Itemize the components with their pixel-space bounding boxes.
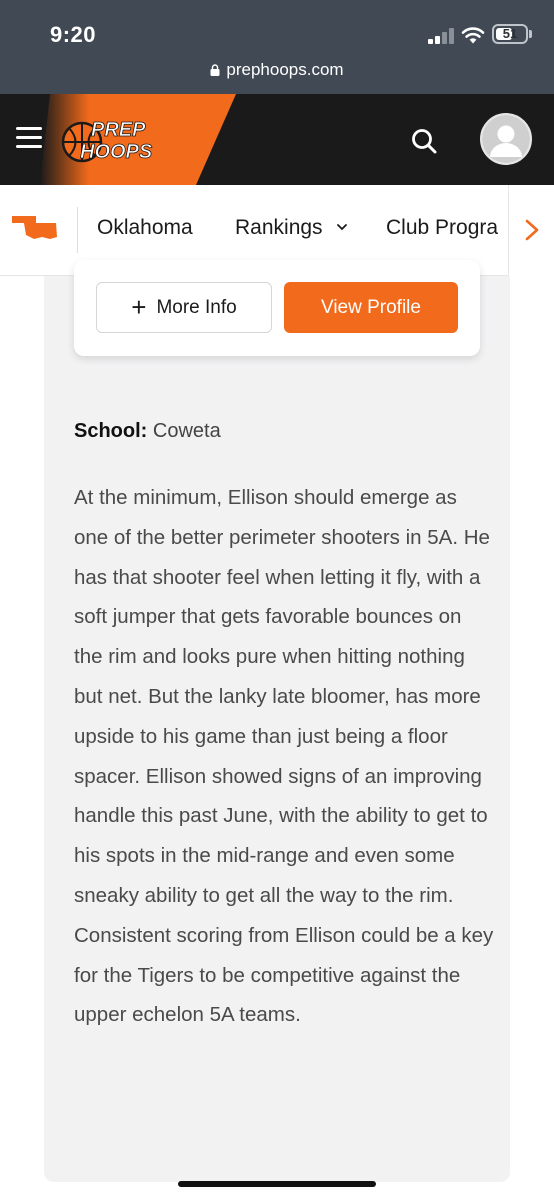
view-profile-button[interactable]: View Profile [284,282,458,333]
status-time: 9:20 [50,22,97,47]
school-line: School: Coweta [74,420,221,443]
menu-icon[interactable] [16,127,42,149]
status-bar: 9:20 51 prephoops.com [0,0,554,94]
more-info-button[interactable]: + More Info [96,282,272,333]
site-header: PREP HOOPS [0,94,554,185]
user-avatar[interactable] [480,113,532,165]
school-label: School: [74,420,148,442]
url-bar[interactable]: prephoops.com [0,60,554,80]
nav-item-club-programs[interactable]: Club Progra [386,216,498,240]
more-info-label: More Info [156,297,237,318]
subnav-scroll-right-button[interactable] [508,185,554,276]
url-text: prephoops.com [226,60,344,79]
lock-icon [210,64,220,76]
nav-item-rankings-label: Rankings [235,216,323,239]
logo-text-hoops: HOOPS [80,141,153,163]
nav-item-oklahoma[interactable]: Oklahoma [97,216,193,240]
nav-item-rankings[interactable]: Rankings [235,216,348,240]
battery-icon: 51 [492,24,528,44]
chevron-right-icon [525,219,539,241]
home-indicator [178,1181,376,1187]
school-value: Coweta [152,420,221,442]
chevron-down-icon [337,224,348,231]
scouting-report-text: At the minimum, Ellison should emerge as… [74,486,494,1027]
cellular-signal-icon [428,28,454,44]
user-icon [482,115,530,163]
wifi-icon [461,27,485,44]
plus-icon: + [131,292,147,322]
logo-text-prep: PREP [91,119,146,141]
subnav-divider [77,207,78,253]
battery-level: 51 [502,26,518,41]
oklahoma-state-icon[interactable] [12,215,58,241]
prep-hoops-logo[interactable]: PREP HOOPS [60,112,172,168]
search-icon[interactable] [410,127,438,155]
profile-actions-card: + More Info View Profile [74,260,480,356]
